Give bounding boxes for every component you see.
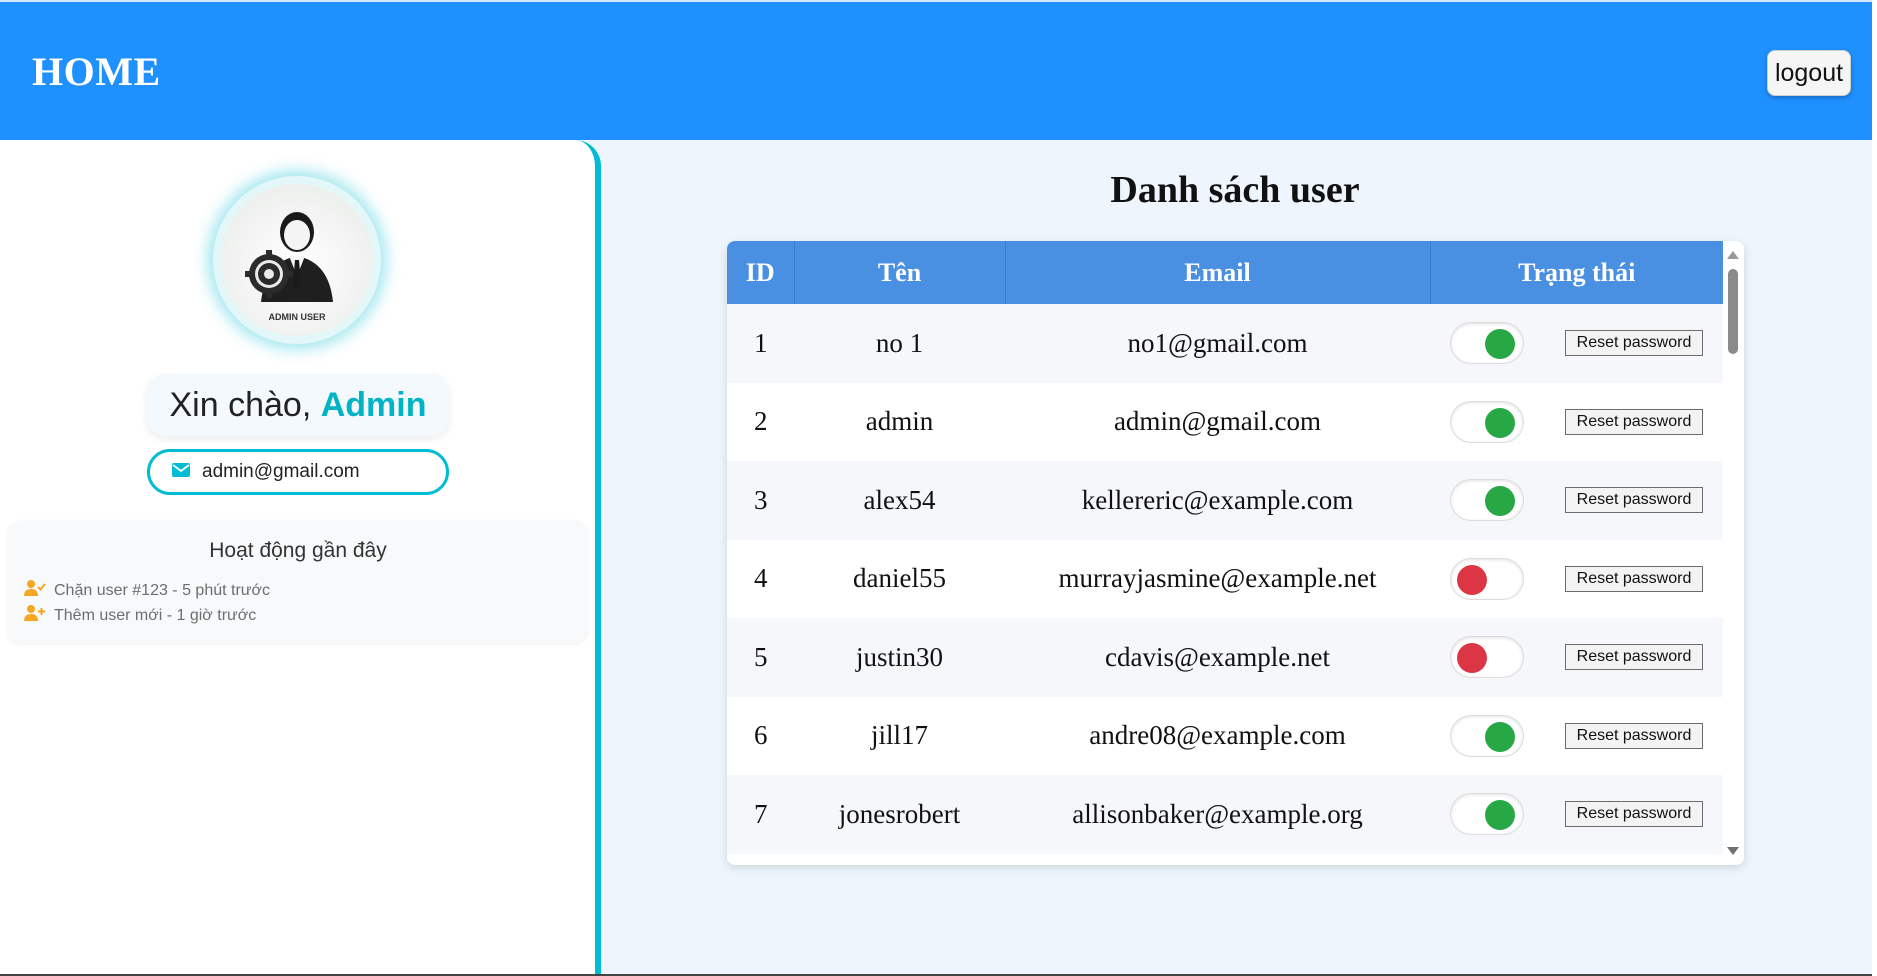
activity-item: Thêm user mới - 1 giờ trước [24, 604, 256, 627]
cell-id: 2 [727, 382, 794, 461]
toggle-knob [1485, 721, 1515, 752]
reset-password-button[interactable]: Reset password [1565, 487, 1703, 514]
column-header-id: ID [727, 241, 795, 304]
column-header-name: Tên [794, 241, 1006, 304]
cell-status: Reset password [1430, 696, 1723, 775]
status-toggle[interactable] [1450, 636, 1524, 679]
table-row: 1 no 1 no1@gmail.com Reset password [727, 304, 1723, 383]
cell-id: 6 [727, 696, 794, 775]
cell-email: andre08@example.com [1005, 696, 1430, 775]
user-table: ID Tên Email Trạng thái 1 no 1 no1@gmail.c… [727, 241, 1723, 854]
admin-email-badge: admin@gmail.com [147, 449, 449, 495]
greeting: Xin chào, Admin [147, 374, 449, 436]
status-toggle[interactable] [1450, 793, 1524, 836]
status-toggle[interactable] [1450, 479, 1524, 522]
reset-password-button[interactable]: Reset password [1565, 565, 1703, 592]
cell-status: Reset password [1430, 382, 1723, 461]
greeting-name: Admin [320, 386, 427, 424]
reset-password-button[interactable]: Reset password [1565, 408, 1703, 435]
scroll-thumb[interactable] [1728, 269, 1738, 354]
table-scrollbar[interactable] [1723, 241, 1744, 865]
page-edge [1872, 0, 1877, 976]
status-toggle[interactable] [1450, 714, 1524, 757]
user-plus-icon [24, 604, 46, 627]
reset-password-button[interactable]: Reset password [1565, 722, 1703, 749]
admin-email: admin@gmail.com [202, 461, 360, 482]
scroll-up-arrow-icon[interactable] [1727, 251, 1739, 259]
user-table-card: ID Tên Email Trạng thái 1 no 1 no1@gmail.c… [727, 241, 1744, 865]
activity-text: Chặn user #123 - 5 phút trước [54, 581, 270, 599]
cell-name: admin [794, 382, 1005, 461]
cell-email: admin@gmail.com [1005, 382, 1430, 461]
cell-email: allisonbaker@example.org [1005, 775, 1430, 854]
avatar: ADMIN USER [213, 176, 381, 344]
column-header-email: Email [1005, 241, 1431, 304]
reset-password-button[interactable]: Reset password [1565, 644, 1703, 671]
user-check-icon [24, 579, 46, 602]
toggle-knob [1485, 329, 1515, 360]
envelope-icon [172, 461, 190, 483]
table-row: 4 daniel55 murrayjasmine@example.net Reset … [727, 539, 1723, 618]
home-title[interactable]: HOME [32, 48, 161, 95]
toggle-knob [1485, 407, 1515, 438]
page-title: Danh sách user [1110, 169, 1360, 211]
cell-name: alex54 [794, 461, 1005, 540]
cell-id: 5 [727, 618, 794, 697]
table-header-row: ID Tên Email Trạng thái [727, 241, 1723, 304]
status-toggle[interactable] [1450, 400, 1524, 443]
reset-password-button[interactable]: Reset password [1565, 801, 1703, 828]
cell-status: Reset password [1430, 304, 1723, 383]
activity-item: Chặn user #123 - 5 phút trước [24, 579, 270, 602]
logout-button[interactable]: logout [1767, 50, 1851, 96]
status-toggle[interactable] [1450, 557, 1524, 600]
toggle-knob [1457, 643, 1487, 674]
cell-id: 4 [727, 539, 794, 618]
avatar-badge-label: ADMIN USER [268, 312, 326, 322]
table-row: 7 jonesrobert allisonbaker@example.org Rese… [727, 775, 1723, 854]
cell-email: kellereric@example.com [1005, 461, 1430, 540]
status-toggle[interactable] [1450, 322, 1524, 365]
scroll-down-arrow-icon[interactable] [1727, 847, 1739, 855]
cell-status: Reset password [1430, 539, 1723, 618]
activity-text: Thêm user mới - 1 giờ trước [54, 606, 257, 624]
cell-id: 7 [727, 775, 794, 854]
cell-id: 1 [727, 304, 794, 383]
cell-name: jonesrobert [794, 775, 1005, 854]
admin-avatar-icon: ADMIN USER [221, 184, 373, 336]
sidebar: ADMIN USER Xin chào, Admin admin@gmail.c… [0, 140, 601, 974]
cell-id: 3 [727, 461, 794, 540]
cell-name: no 1 [794, 304, 1005, 383]
reset-password-button[interactable]: Reset password [1565, 330, 1703, 357]
cell-email: murrayjasmine@example.net [1005, 539, 1430, 618]
toggle-knob [1457, 564, 1487, 595]
cell-status: Reset password [1430, 618, 1723, 697]
table-row: 3 alex54 kellereric@example.com Reset passw… [727, 461, 1723, 540]
table-row: 2 admin admin@gmail.com Reset password [727, 382, 1723, 461]
cell-status: Reset password [1430, 775, 1723, 854]
table-row: 6 jill17 andre08@example.com Reset password [727, 696, 1723, 775]
recent-activity-title: Hoạt động gần đây [209, 539, 387, 562]
cell-name: daniel55 [794, 539, 1005, 618]
toggle-knob [1485, 486, 1515, 517]
top-header: HOME logout [0, 0, 1872, 140]
greeting-prefix: Xin chào, [169, 386, 321, 424]
table-row: 5 justin30 cdavis@example.net Reset passwor… [727, 618, 1723, 697]
column-header-status: Trạng thái [1430, 241, 1723, 304]
cell-email: cdavis@example.net [1005, 618, 1430, 697]
toggle-knob [1485, 800, 1515, 831]
cell-email: no1@gmail.com [1005, 304, 1430, 383]
cell-name: jill17 [794, 696, 1005, 775]
cell-status: Reset password [1430, 461, 1723, 540]
cell-name: justin30 [794, 618, 1005, 697]
recent-activity-panel: Hoạt động gần đây Chặn user #123 - 5 phú… [8, 521, 588, 643]
